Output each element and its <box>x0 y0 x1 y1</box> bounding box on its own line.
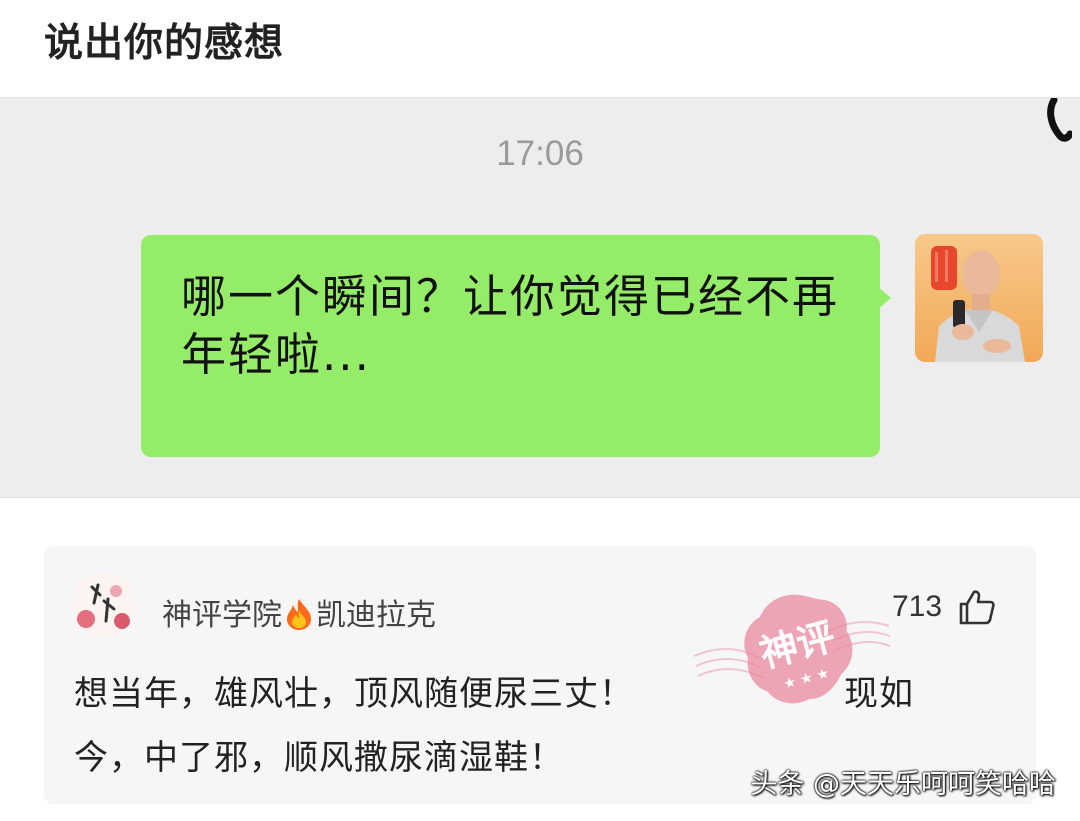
thumbs-up-icon[interactable] <box>958 588 996 626</box>
like-count: 713 <box>892 590 943 623</box>
message-bubble: 哪一个瞬间？让你觉得已经不再年轻啦... <box>141 235 880 457</box>
footer-watermark: 头条 @天天乐呵呵笑哈哈 <box>750 769 1056 800</box>
username-part1: 神评学院 <box>162 598 282 633</box>
page-title: 说出你的感想 <box>44 21 285 66</box>
chat-timestamp: 17:06 <box>496 134 584 173</box>
message-bubble-tail <box>878 287 891 309</box>
chat-screenshot: 17:06 哪一个瞬间？让你觉得已经不再年轻啦... <box>0 97 1080 498</box>
fire-icon <box>287 599 311 630</box>
commenter-name[interactable]: 神评学院 凯迪拉克 <box>162 590 436 634</box>
sender-avatar[interactable] <box>915 234 1043 362</box>
commenter-avatar[interactable] <box>72 573 136 637</box>
username-part2: 凯迪拉克 <box>316 598 436 633</box>
